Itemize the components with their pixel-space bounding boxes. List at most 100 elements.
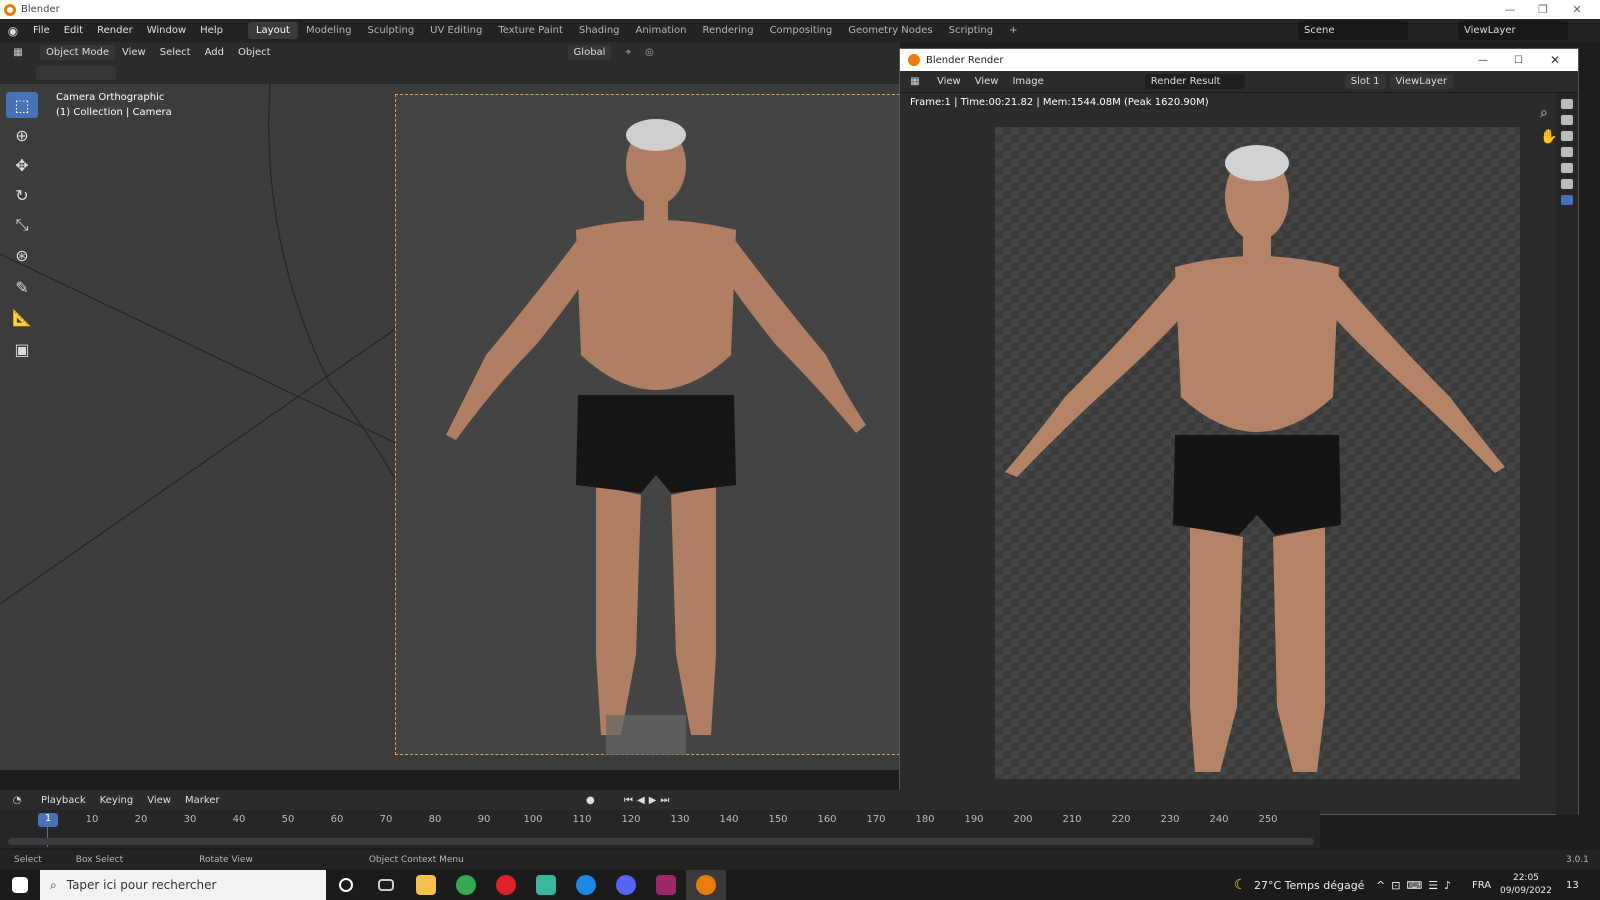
render-close-button[interactable]: ✕ — [1550, 53, 1560, 67]
notifications-badge[interactable]: 13 — [1566, 880, 1579, 891]
image-menu-image[interactable]: Image — [1005, 76, 1050, 87]
zoom-icon[interactable]: ⌕ — [1540, 105, 1548, 121]
tab-rendering[interactable]: Rendering — [694, 22, 761, 39]
m-app-icon[interactable] — [526, 870, 566, 900]
search-icon: ⌕ — [50, 877, 57, 892]
image-view-mode-dropdown[interactable]: View — [930, 76, 968, 87]
taskbar-search-box[interactable]: ⌕ Taper ici pour rechercher — [40, 870, 326, 900]
current-frame-indicator[interactable]: 1 — [38, 813, 58, 827]
cursor-tool-icon[interactable]: ⊕ — [6, 122, 38, 148]
pan-hand-icon[interactable]: ✋ — [1540, 129, 1557, 145]
menu-window[interactable]: Window — [140, 25, 193, 36]
status-bar: Select Box Select Rotate View Object Con… — [0, 850, 1600, 870]
minimize-button[interactable]: — — [1495, 0, 1525, 19]
selection-mode-buttons[interactable] — [36, 66, 116, 80]
render-slots-sidebar — [1556, 93, 1578, 815]
timeline-menu-playback[interactable]: Playback — [34, 795, 93, 806]
transform-tool-icon[interactable]: ⊛ — [6, 242, 38, 268]
camera-slot-icon[interactable] — [1561, 179, 1573, 189]
tab-layout[interactable]: Layout — [247, 22, 298, 39]
transform-orientation-dropdown[interactable]: Global — [567, 44, 612, 60]
clock-date: 09/09/2022 — [1500, 886, 1552, 896]
timeline-tick-label: 250 — [1258, 814, 1278, 825]
tab-texture-paint[interactable]: Texture Paint — [490, 22, 571, 39]
timeline-scrollbar[interactable] — [8, 838, 1314, 845]
select-box-tool-icon[interactable]: ⬚ — [6, 92, 38, 118]
tab-uv-editing[interactable]: UV Editing — [422, 22, 490, 39]
tab-sculpting[interactable]: Sculpting — [359, 22, 422, 39]
viewport-menu-add[interactable]: Add — [198, 47, 231, 58]
timeline-menu-marker[interactable]: Marker — [178, 795, 227, 806]
weather-text[interactable]: 27°C Temps dégagé — [1254, 879, 1364, 892]
menu-edit[interactable]: Edit — [57, 25, 90, 36]
image-editor-header: ▦ View View Image Render Result Slot 1 V… — [900, 71, 1578, 93]
restore-button[interactable]: ❐ — [1528, 0, 1558, 19]
chrome-icon[interactable] — [446, 870, 486, 900]
viewport-menu-object[interactable]: Object — [231, 47, 278, 58]
opera-icon[interactable] — [486, 870, 526, 900]
record-button[interactable]: ● — [586, 795, 595, 806]
render-result-image[interactable] — [995, 127, 1520, 779]
tab-geometry-nodes[interactable]: Geometry Nodes — [840, 22, 940, 39]
scene-selector[interactable]: Scene — [1298, 21, 1408, 40]
mode-selector[interactable]: Object Mode — [40, 44, 115, 60]
image-menu-view[interactable]: View — [968, 76, 1006, 87]
render-window-title-bar: Blender Render — ☐ ✕ — [900, 49, 1578, 71]
blender-menu-icon[interactable]: ◉ — [0, 24, 26, 38]
render-window: Blender Render — ☐ ✕ ▦ View View Image R… — [899, 48, 1579, 815]
timeline-menu-keying[interactable]: Keying — [93, 795, 141, 806]
task-view-icon[interactable] — [366, 870, 406, 900]
blender-logo-icon — [908, 54, 920, 66]
annotate-tool-icon[interactable]: ✎ — [6, 274, 38, 300]
clock[interactable]: 22:05 09/09/2022 — [1500, 872, 1552, 898]
measure-tool-icon[interactable]: 📐 — [6, 304, 38, 330]
menu-render[interactable]: Render — [90, 25, 140, 36]
windows-start-icon[interactable] — [0, 870, 40, 900]
editor-type-icon[interactable]: ▦ — [0, 47, 36, 58]
rotate-tool-icon[interactable]: ↻ — [6, 182, 38, 208]
render-minimize-button[interactable]: — — [1478, 55, 1488, 66]
snap-icon[interactable]: ⌖ — [625, 47, 631, 58]
render-view-layer-dropdown[interactable]: ViewLayer — [1389, 74, 1454, 89]
winrar-icon[interactable] — [646, 870, 686, 900]
scale-tool-icon[interactable]: ⤡ — [6, 212, 38, 238]
tab-compositing[interactable]: Compositing — [762, 22, 841, 39]
move-tool-icon[interactable]: ✥ — [6, 152, 38, 178]
add-workspace-icon[interactable]: + — [1001, 22, 1025, 39]
close-button[interactable]: ✕ — [1562, 0, 1592, 19]
render-maximize-button[interactable]: ☐ — [1514, 55, 1523, 66]
blender-logo-icon — [4, 3, 16, 16]
timeline-menu-view[interactable]: View — [140, 795, 178, 806]
camera-slot-icon[interactable] — [1561, 115, 1573, 125]
menu-help[interactable]: Help — [193, 25, 230, 36]
top-menu-bar: ◉ File Edit Render Window Help Layout Mo… — [0, 19, 1600, 42]
tab-scripting[interactable]: Scripting — [941, 22, 1001, 39]
add-cube-tool-icon[interactable]: ▣ — [6, 336, 38, 362]
image-name-field[interactable]: Render Result — [1144, 74, 1245, 89]
timeline-editor-icon[interactable]: ◔ — [0, 795, 34, 806]
tab-animation[interactable]: Animation — [628, 22, 695, 39]
slot-dropdown[interactable]: Slot 1 — [1344, 74, 1386, 89]
viewport-menu-view[interactable]: View — [115, 47, 153, 58]
cortana-icon[interactable] — [326, 870, 366, 900]
proportional-edit-icon[interactable]: ◎ — [645, 47, 654, 58]
image-editor-type-icon[interactable]: ▦ — [900, 76, 930, 87]
camera-slot-icon[interactable] — [1561, 99, 1573, 109]
camera-slot-icon[interactable] — [1561, 163, 1573, 173]
language-indicator[interactable]: FRA — [1472, 880, 1491, 891]
discord-icon[interactable] — [606, 870, 646, 900]
tab-shading[interactable]: Shading — [571, 22, 628, 39]
view-layer-selector[interactable]: ViewLayer — [1458, 21, 1568, 40]
camera-slot-icon[interactable] — [1561, 147, 1573, 157]
camera-slot-icon-active[interactable] — [1561, 195, 1573, 205]
file-explorer-icon[interactable] — [406, 870, 446, 900]
blender-taskbar-icon[interactable] — [686, 870, 726, 900]
tab-modeling[interactable]: Modeling — [298, 22, 360, 39]
c-app-icon[interactable] — [566, 870, 606, 900]
system-tray-icons[interactable]: ^⊡⌨☰♪ — [1376, 879, 1457, 892]
camera-slot-icon[interactable] — [1561, 131, 1573, 141]
viewport-menu-select[interactable]: Select — [153, 47, 198, 58]
render-info-text: Frame:1 | Time:00:21.82 | Mem:1544.08M (… — [910, 97, 1209, 108]
playback-controls[interactable]: ⏮◀▶⏭ — [624, 795, 673, 806]
menu-file[interactable]: File — [26, 25, 57, 36]
